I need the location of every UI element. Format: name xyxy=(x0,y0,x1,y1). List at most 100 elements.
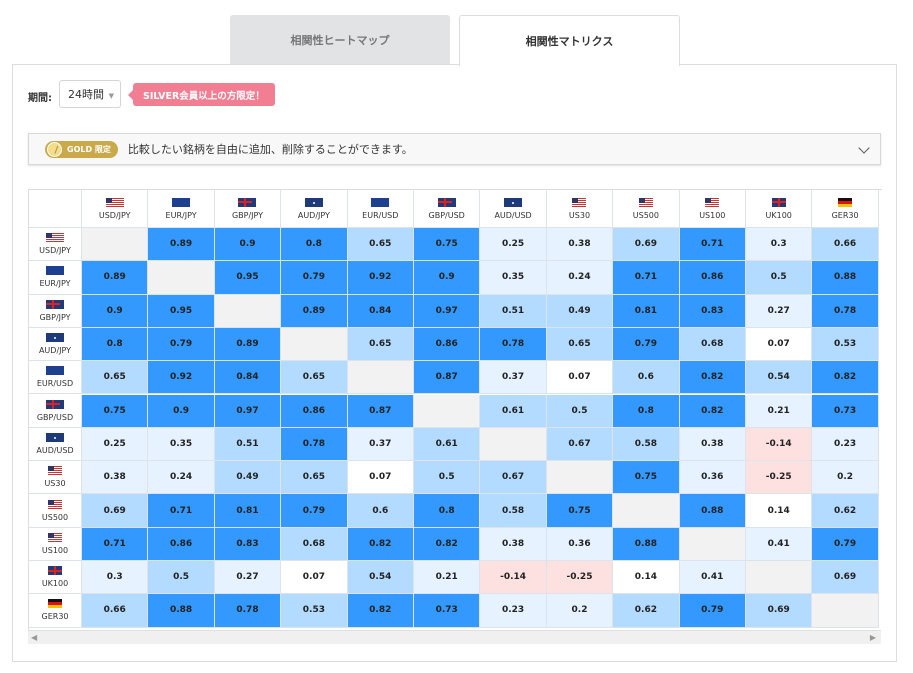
diagonal-cell xyxy=(679,527,746,561)
row-header: EUR/USD xyxy=(29,361,82,395)
row-header: US30 xyxy=(29,461,82,495)
flag-de-icon xyxy=(838,197,853,207)
correlation-cell: 0.73 xyxy=(812,394,879,428)
correlation-cell: 0.66 xyxy=(82,594,149,628)
tab-correlation-heatmap[interactable]: 相関性ヒートマップ xyxy=(230,15,450,65)
correlation-cell: 0.37 xyxy=(480,361,547,395)
currency-pair-label: GBP/JPY xyxy=(39,312,71,322)
flag-eu-jp-icon xyxy=(172,197,191,207)
row-header: USD/JPY xyxy=(29,228,82,262)
correlation-cell: 0.88 xyxy=(812,261,879,295)
correlation-cell: 0.49 xyxy=(214,461,282,495)
correlation-cell: 0.23 xyxy=(480,594,547,628)
flag-us-icon xyxy=(48,466,62,476)
currency-pair-label: AUD/JPY xyxy=(297,210,330,220)
correlation-cell: 0.69 xyxy=(812,561,879,595)
correlation-cell: 0.23 xyxy=(812,427,879,462)
correlation-cell: 0.71 xyxy=(82,527,149,561)
correlation-cell: 0.79 xyxy=(281,494,348,528)
correlation-cell: 0.2 xyxy=(546,594,614,628)
period-select[interactable]: 24時間 ▼ xyxy=(59,80,121,108)
currency-pair-label: EUR/JPY xyxy=(165,210,197,220)
row-header: EUR/JPY xyxy=(29,261,82,295)
correlation-cell: 0.21 xyxy=(746,394,813,428)
correlation-cell: 0.65 xyxy=(281,461,348,495)
currency-pair-label: US500 xyxy=(41,512,69,522)
flag-us-icon xyxy=(48,499,62,509)
correlation-cell: -0.25 xyxy=(746,461,813,495)
correlation-cell: 0.65 xyxy=(82,361,149,395)
column-header: US100 xyxy=(679,190,746,228)
row-header: UK100 xyxy=(29,561,82,595)
flag-gb-us-icon xyxy=(437,197,456,207)
diagonal-cell xyxy=(812,594,879,628)
correlation-cell: 0.82 xyxy=(414,527,481,561)
correlation-cell: 0.69 xyxy=(613,228,680,262)
correlation-cell: 0.88 xyxy=(613,527,680,561)
correlation-cell: 0.2 xyxy=(812,461,879,495)
row-header: US100 xyxy=(29,527,82,561)
diagonal-cell xyxy=(281,327,348,362)
currency-pair-label: US30 xyxy=(568,210,591,220)
correlation-cell: 0.07 xyxy=(546,361,614,395)
correlation-cell: 0.87 xyxy=(347,394,414,428)
column-header: UK100 xyxy=(746,190,813,228)
currency-pair-label: EUR/USD xyxy=(362,210,399,220)
diagonal-cell xyxy=(414,394,481,428)
gold-feature-bar[interactable]: GOLD 限定 比較したい銘柄を自由に追加、削除することができます。 xyxy=(28,133,881,165)
currency-pair-label: US100 xyxy=(699,210,726,220)
correlation-cell: 0.07 xyxy=(281,561,348,595)
flag-gb-jp-icon xyxy=(46,299,64,309)
correlation-cell: 0.82 xyxy=(679,361,746,395)
correlation-cell: 0.24 xyxy=(546,261,614,295)
silver-member-badge: SILVER会員以上の方限定！ xyxy=(128,83,275,106)
flag-au-jp-icon xyxy=(46,333,64,343)
currency-pair-label: GBP/USD xyxy=(36,412,74,422)
flag-us-jp-icon xyxy=(105,197,124,207)
correlation-cell: 0.41 xyxy=(679,561,746,595)
correlation-cell: 0.82 xyxy=(347,527,414,561)
currency-pair-label: USD/JPY xyxy=(39,246,71,256)
tab-correlation-matrix[interactable]: 相関性マトリクス xyxy=(459,15,680,66)
row-header: GBP/JPY xyxy=(29,294,82,328)
currency-pair-label: AUD/USD xyxy=(494,210,532,220)
correlation-cell: 0.92 xyxy=(148,361,215,395)
flag-gb-jp-icon xyxy=(238,197,257,207)
correlation-cell: 0.67 xyxy=(480,461,547,495)
column-header: US30 xyxy=(546,190,614,228)
scroll-right-icon[interactable]: ▶ xyxy=(870,633,876,642)
currency-pair-label: GER30 xyxy=(41,612,69,622)
correlation-cell: 0.92 xyxy=(347,261,414,295)
correlation-cell: 0.54 xyxy=(347,561,414,595)
correlation-cell: 0.95 xyxy=(148,294,215,328)
correlation-cell: -0.14 xyxy=(746,427,813,462)
correlation-cell: 0.97 xyxy=(414,294,481,328)
correlation-cell: 0.8 xyxy=(82,327,149,362)
row-header: US500 xyxy=(29,494,82,528)
chevron-down-icon: ▼ xyxy=(108,92,114,100)
correlation-cell: 0.6 xyxy=(613,361,680,395)
correlation-cell: 0.36 xyxy=(679,461,746,495)
correlation-cell: 0.07 xyxy=(746,327,813,362)
diagonal-cell xyxy=(148,261,215,295)
correlation-cell: 0.79 xyxy=(812,527,879,561)
column-header: AUD/JPY xyxy=(281,190,348,228)
correlation-cell: 0.38 xyxy=(546,228,614,262)
correlation-cell: 0.58 xyxy=(480,494,547,528)
flag-gb-icon xyxy=(771,197,786,207)
correlation-cell: 0.54 xyxy=(746,361,813,395)
correlation-cell: 0.84 xyxy=(214,361,282,395)
correlation-cell: 0.62 xyxy=(812,494,879,528)
column-header: US500 xyxy=(613,190,680,228)
correlation-cell: 0.35 xyxy=(148,427,215,462)
correlation-cell: 0.61 xyxy=(480,394,547,428)
currency-pair-label: AUD/USD xyxy=(36,445,74,455)
correlation-cell: 0.89 xyxy=(281,294,348,328)
chevron-down-icon[interactable] xyxy=(858,142,870,154)
correlation-cell: 0.79 xyxy=(281,261,348,295)
flag-au-us-icon xyxy=(46,432,64,442)
correlation-cell: 0.68 xyxy=(679,327,746,362)
horizontal-scrollbar[interactable]: ◀ ▶ xyxy=(28,630,881,644)
correlation-cell: 0.79 xyxy=(613,327,680,362)
scroll-left-icon[interactable]: ◀ xyxy=(31,633,37,642)
